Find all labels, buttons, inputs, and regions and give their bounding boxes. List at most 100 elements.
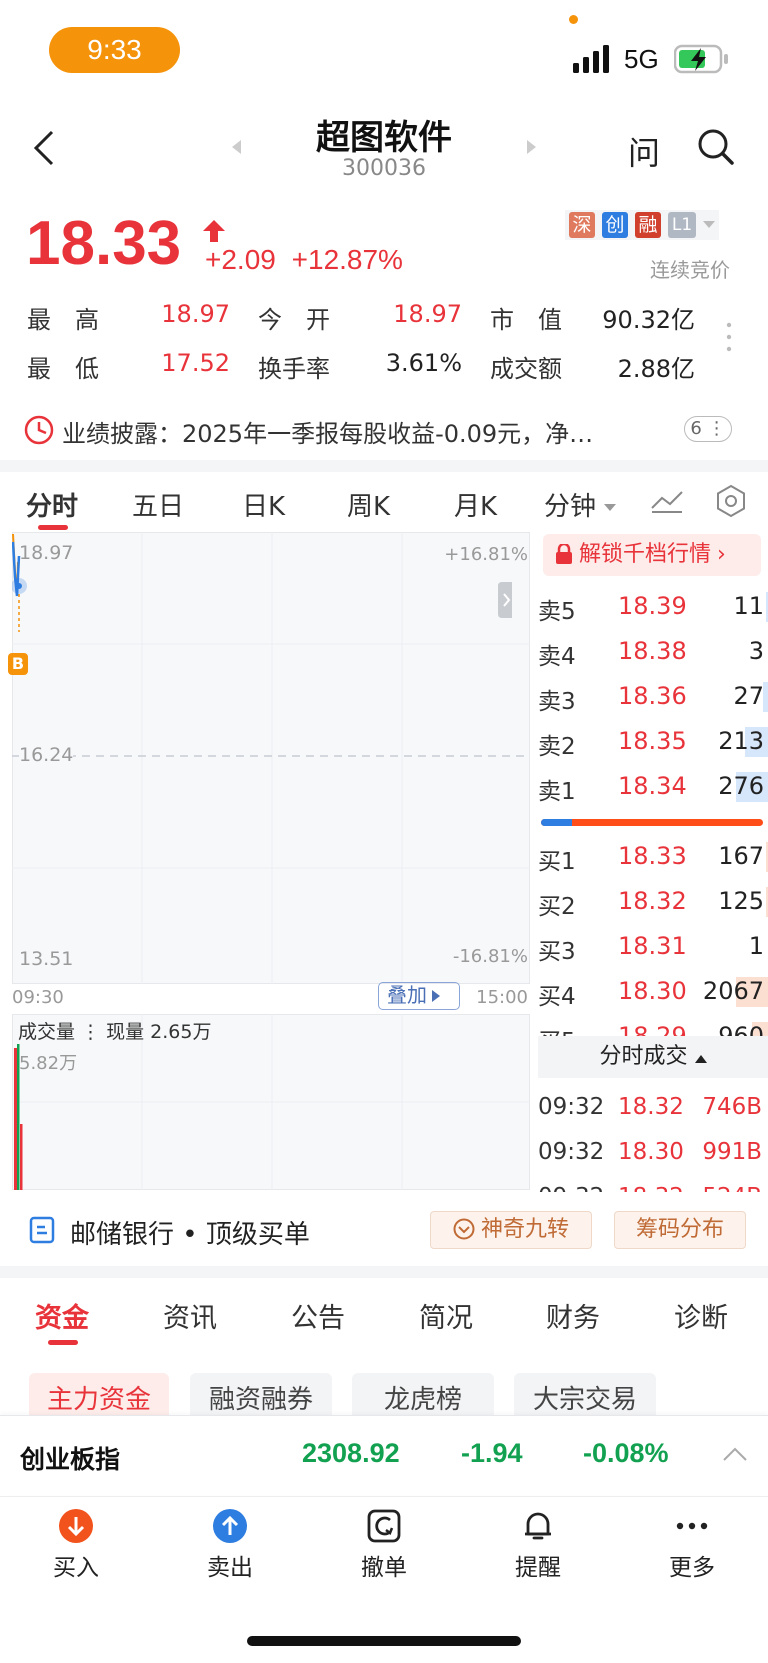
ask-row[interactable]: 卖3 18.36 27 bbox=[538, 678, 768, 718]
caret-up-icon bbox=[694, 1055, 707, 1063]
index-change: -1.94 bbox=[461, 1438, 523, 1468]
bid-row[interactable]: 买2 18.32 125 bbox=[538, 883, 768, 923]
bid-row[interactable]: 买3 18.31 1 bbox=[538, 928, 768, 968]
bid-price: 18.30 bbox=[618, 977, 687, 1005]
bid-row[interactable]: 买4 18.30 2067 bbox=[538, 973, 768, 1013]
status-time: 9:33 bbox=[49, 27, 180, 73]
buy-icon bbox=[59, 1509, 93, 1543]
stat-low-value: 17.52 bbox=[161, 349, 230, 377]
intraday-chart[interactable] bbox=[12, 532, 530, 984]
tab-weekly-k[interactable]: 周K bbox=[347, 486, 390, 523]
tab-minute[interactable]: 分钟 bbox=[544, 486, 617, 523]
tab-daily-k[interactable]: 日K bbox=[242, 486, 285, 523]
ticks-list[interactable]: 09:32 18.32 746B 09:32 18.30 991B 09:32 18.32 52… bbox=[538, 1078, 768, 1192]
chart-time-start: 09:30 bbox=[12, 987, 64, 1008]
ask-volume: 213 bbox=[718, 727, 764, 755]
network-type: 5G bbox=[624, 44, 659, 74]
ask-volume: 11 bbox=[733, 592, 764, 620]
ask-row[interactable]: 卖4 18.38 3 bbox=[538, 633, 768, 673]
ask-level-label: 卖5 bbox=[538, 599, 576, 625]
more-stats-icon[interactable] bbox=[726, 322, 732, 352]
ask-price: 18.35 bbox=[618, 727, 687, 755]
volume-header[interactable]: 成交量 ⋮ 现量 2.65万 bbox=[18, 1017, 211, 1044]
index-pct: -0.08% bbox=[583, 1438, 669, 1468]
signal-icon bbox=[573, 45, 609, 73]
bid-volume: 2067 bbox=[702, 977, 764, 1005]
sell-button[interactable]: 卖出 bbox=[180, 1508, 280, 1582]
chevron-up-icon[interactable] bbox=[722, 1446, 748, 1462]
section-divider bbox=[0, 1266, 768, 1278]
disclosure-count-badge[interactable]: 6 ⋮ bbox=[684, 416, 732, 442]
ask-row[interactable]: 卖1 18.34 276 bbox=[538, 768, 768, 808]
info-tab[interactable]: 资金 bbox=[35, 1296, 89, 1335]
bell-icon bbox=[525, 1512, 551, 1540]
stat-mcap-value: 90.32亿 bbox=[602, 306, 695, 334]
ask-level-label: 卖4 bbox=[538, 644, 576, 670]
promo-text[interactable]: 邮储银行 • 顶级买单 bbox=[70, 1214, 310, 1251]
bid-volume: 167 bbox=[718, 842, 764, 870]
chart-price-bottom: 13.51 bbox=[19, 948, 74, 970]
session-status: 连续竞价 bbox=[650, 258, 730, 282]
bid-level-label: 买4 bbox=[538, 984, 576, 1010]
bid-level-label: 买3 bbox=[538, 939, 576, 965]
volume-title: 成交量 bbox=[18, 1021, 76, 1043]
ask-price: 18.39 bbox=[618, 592, 687, 620]
indicator-icon[interactable] bbox=[650, 488, 684, 514]
more-button[interactable]: 更多 bbox=[642, 1508, 742, 1582]
buy-button[interactable]: 买入 bbox=[26, 1508, 126, 1582]
tick-time: 09:32 bbox=[538, 1184, 604, 1192]
alert-button[interactable]: 提醒 bbox=[488, 1508, 588, 1582]
ticks-title: 分时成交 bbox=[599, 1044, 688, 1069]
chart-pct-bottom: -16.81% bbox=[452, 946, 528, 967]
bid-level-label: 买1 bbox=[538, 849, 576, 875]
ask-row[interactable]: 卖2 18.35 213 bbox=[538, 723, 768, 763]
bid-row[interactable]: 买1 18.33 167 bbox=[538, 838, 768, 878]
chevron-down-icon bbox=[703, 221, 715, 228]
chip-distribution-button[interactable]: 筹码分布 bbox=[614, 1211, 746, 1249]
market-badges[interactable]: 深 创 融 L1 bbox=[565, 210, 719, 240]
ticks-header[interactable]: 分时成交 bbox=[538, 1036, 768, 1078]
tick-volume: 746B bbox=[702, 1094, 762, 1120]
disclosure-row[interactable]: 业绩披露：2025年一季报每股收益-0.09元，净… bbox=[62, 414, 593, 449]
ask-button[interactable]: 问 bbox=[628, 128, 660, 174]
search-icon[interactable] bbox=[697, 128, 735, 166]
cancel-order-label: 撤单 bbox=[361, 1555, 407, 1581]
tick-row: 09:32 18.30 991B bbox=[538, 1123, 768, 1168]
report-icon bbox=[24, 415, 54, 445]
ask-level-label: 卖2 bbox=[538, 734, 576, 760]
tab-minute-label: 分钟 bbox=[544, 492, 597, 522]
next-stock-icon[interactable] bbox=[526, 140, 536, 154]
chevron-down-icon bbox=[604, 503, 617, 511]
info-tab[interactable]: 财务 bbox=[546, 1296, 600, 1335]
cancel-order-button[interactable]: 撤单 bbox=[334, 1508, 434, 1582]
caret-right-icon bbox=[432, 990, 440, 1002]
home-indicator[interactable] bbox=[247, 1636, 521, 1646]
bid-level-label: 买2 bbox=[538, 894, 576, 920]
info-tab[interactable]: 诊断 bbox=[674, 1296, 728, 1335]
settings-hex-icon[interactable] bbox=[714, 484, 748, 518]
info-tab[interactable]: 资讯 bbox=[163, 1296, 217, 1335]
tick-price: 18.30 bbox=[618, 1139, 684, 1165]
info-tab[interactable]: 简况 bbox=[419, 1296, 473, 1335]
bid-price: 18.33 bbox=[618, 842, 687, 870]
info-tab[interactable]: 公告 bbox=[291, 1296, 345, 1335]
disclosure-label: 业绩披露： bbox=[62, 420, 182, 448]
tab-five-day[interactable]: 五日 bbox=[132, 486, 184, 523]
overlay-button[interactable]: 叠加 bbox=[378, 982, 460, 1010]
tick-price: 18.32 bbox=[618, 1094, 684, 1120]
tick-price: 18.32 bbox=[618, 1184, 684, 1192]
stat-turnover-value: 3.61% bbox=[385, 349, 462, 377]
magic-nine-button[interactable]: 神奇九转 bbox=[430, 1211, 592, 1249]
index-name: 创业板指 bbox=[20, 1445, 121, 1474]
ask-volume: 27 bbox=[733, 682, 764, 710]
price-change: +2.09 +12.87% bbox=[205, 244, 403, 276]
tick-row: 09:32 18.32 746B bbox=[538, 1078, 768, 1123]
unlock-depth-button[interactable]: 解锁千档行情 › bbox=[543, 534, 761, 576]
disclosure-text: 2025年一季报每股收益-0.09元，净… bbox=[182, 420, 594, 448]
tab-intraday[interactable]: 分时 bbox=[26, 486, 78, 523]
ask-row[interactable]: 卖5 18.39 11 bbox=[538, 588, 768, 628]
document-icon bbox=[29, 1216, 55, 1244]
tab-monthly-k[interactable]: 月K bbox=[454, 486, 497, 523]
ask-level-label: 卖1 bbox=[538, 779, 576, 805]
buy-marker[interactable]: B bbox=[8, 653, 28, 675]
